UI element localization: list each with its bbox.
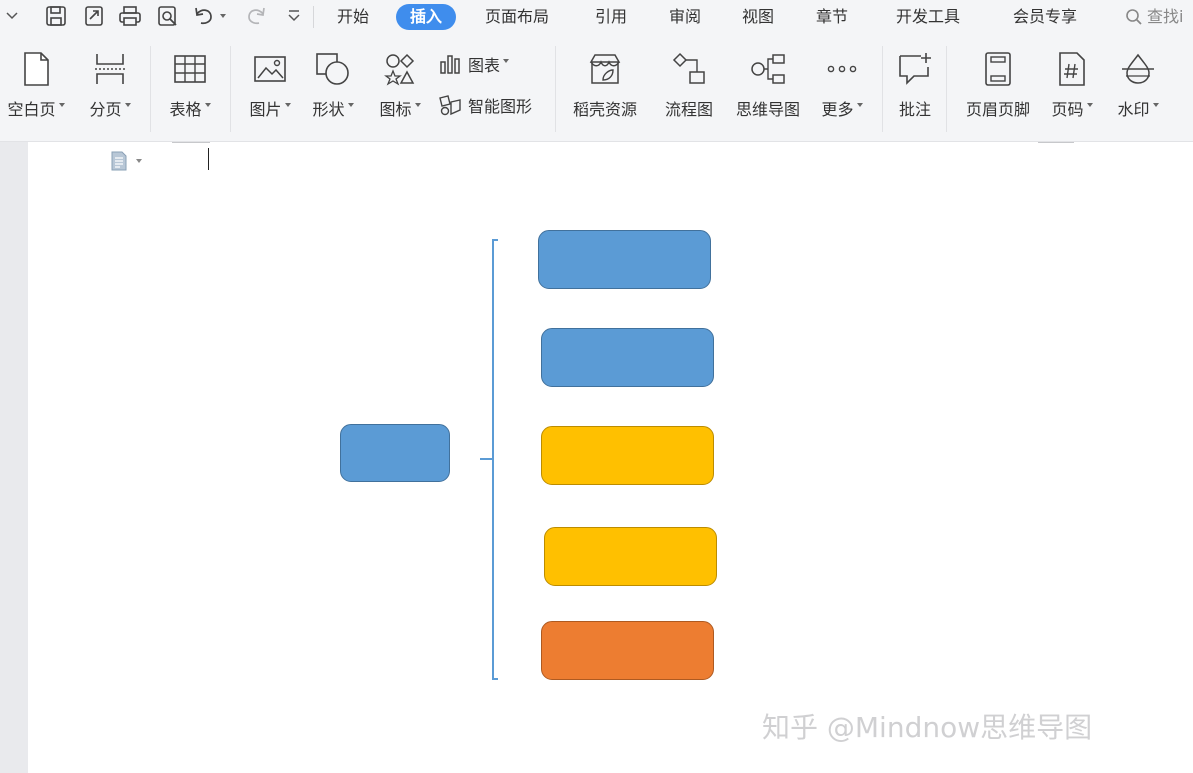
group-separator <box>150 46 151 132</box>
comment-button[interactable]: 批注 <box>893 50 937 124</box>
print-preview-icon[interactable] <box>156 4 180 28</box>
watermark-button[interactable]: 水印 <box>1112 50 1164 124</box>
caret-icon <box>856 103 863 107</box>
caret-icon <box>284 103 291 107</box>
caret-icon <box>1086 103 1093 107</box>
page-break-button[interactable]: 分页 <box>84 50 136 124</box>
chart-icon <box>438 52 462 76</box>
table-icon <box>171 50 209 88</box>
save-icon[interactable] <box>44 4 68 28</box>
header-footer-label: 页眉页脚 <box>965 100 1030 119</box>
caret-icon <box>124 103 131 107</box>
mind-map-branch-node[interactable] <box>544 527 717 586</box>
picture-button[interactable]: 图片 <box>244 50 296 124</box>
flowchart-label: 流程图 <box>664 100 713 119</box>
blank-page-button[interactable]: 空白页 <box>2 50 70 124</box>
caret-icon <box>58 103 65 107</box>
undo-icon[interactable] <box>192 4 216 28</box>
blank-page-icon <box>17 50 55 88</box>
docer-resources-label: 稻壳资源 <box>572 100 637 119</box>
watermark-icon <box>1119 50 1157 88</box>
tab-member-exclusive[interactable]: 会员专享 <box>1013 4 1077 30</box>
tab-start[interactable]: 开始 <box>337 4 369 30</box>
blank-page-label: 空白页 <box>7 100 56 119</box>
toolbar-separator <box>313 6 314 28</box>
shape-button[interactable]: 形状 <box>307 50 359 124</box>
header-footer-button[interactable]: 页眉页脚 <box>960 50 1036 124</box>
group-separator <box>230 46 231 132</box>
mind-map-root-node[interactable] <box>340 424 450 482</box>
page-number-label: 页码 <box>1051 100 1084 119</box>
comment-icon <box>896 50 934 88</box>
caret-icon <box>503 59 510 63</box>
smart-art-button[interactable]: 智能图形 <box>438 92 532 118</box>
chart-label: 图表 <box>468 56 501 75</box>
picture-icon <box>251 50 289 88</box>
comment-label: 批注 <box>898 100 931 119</box>
tab-view[interactable]: 视图 <box>742 4 774 30</box>
mind-map-branch-node[interactable] <box>538 230 711 289</box>
mind-map-label: 思维导图 <box>735 100 800 119</box>
shape-label: 形状 <box>312 100 345 119</box>
export-icon[interactable] <box>82 4 106 28</box>
tab-chapter[interactable]: 章节 <box>816 4 848 30</box>
mind-map-branch-node[interactable] <box>541 328 714 387</box>
group-separator <box>946 46 947 132</box>
document-workspace <box>0 142 1193 773</box>
group-separator <box>555 46 556 132</box>
print-icon[interactable] <box>118 4 142 28</box>
mind-map-icon <box>749 50 787 88</box>
smart-art-icon <box>438 93 462 117</box>
tab-developer-tools[interactable]: 开发工具 <box>896 4 960 30</box>
flowchart-button[interactable]: 流程图 <box>660 50 718 124</box>
customize-icon[interactable] <box>282 4 306 28</box>
mind-map-branch-node[interactable] <box>541 426 714 485</box>
icon-library-icon <box>381 50 419 88</box>
icons-label: 图标 <box>379 100 412 119</box>
caret-icon <box>204 103 211 107</box>
search-box[interactable]: 查找i <box>1125 4 1183 30</box>
page-number-button[interactable]: 页码 <box>1046 50 1098 124</box>
smart-art-label: 智能图形 <box>468 97 533 116</box>
search-label: 查找i <box>1147 7 1184 26</box>
search-icon <box>1126 9 1142 25</box>
tab-page-layout[interactable]: 页面布局 <box>485 4 549 30</box>
page-number-icon <box>1053 50 1091 88</box>
menu-bar: 开始 插入 页面布局 引用 审阅 视图 章节 开发工具 会员专享 查找i <box>0 0 1193 34</box>
more-button[interactable]: 更多 <box>816 50 868 124</box>
tab-references[interactable]: 引用 <box>595 4 627 30</box>
group-separator <box>882 46 883 132</box>
more-label: 更多 <box>821 100 854 119</box>
insert-ribbon: 空白页 分页 表格 图片 形状 图标 图表 智能图形 稻壳资源 流程图 思维导图… <box>0 34 1193 142</box>
undo-dropdown-icon[interactable] <box>216 4 230 28</box>
chevron-down-icon[interactable] <box>0 4 24 28</box>
caret-icon <box>347 103 354 107</box>
caret-icon <box>1152 103 1159 107</box>
more-icon <box>823 50 861 88</box>
caret-icon <box>414 103 421 107</box>
mind-map-branch-node[interactable] <box>541 621 714 680</box>
bracket-line <box>492 239 498 680</box>
table-label: 表格 <box>169 100 202 119</box>
tab-review[interactable]: 审阅 <box>669 4 701 30</box>
table-button[interactable]: 表格 <box>164 50 216 124</box>
docer-store-icon <box>586 50 624 88</box>
page-break-label: 分页 <box>89 100 122 119</box>
mind-map-button[interactable]: 思维导图 <box>731 50 805 124</box>
shape-icon <box>314 50 352 88</box>
flowchart-icon <box>670 50 708 88</box>
chart-button[interactable]: 图表 <box>438 51 510 77</box>
picture-label: 图片 <box>249 100 282 119</box>
watermark-label: 水印 <box>1117 100 1150 119</box>
docer-resources-button[interactable]: 稻壳资源 <box>566 50 644 124</box>
page-break-icon <box>91 50 129 88</box>
watermark-text: 知乎 @Mindnow思维导图 <box>762 711 1093 744</box>
icons-button[interactable]: 图标 <box>374 50 426 124</box>
redo-icon[interactable] <box>244 4 268 28</box>
header-footer-icon <box>979 50 1017 88</box>
tab-insert[interactable]: 插入 <box>396 4 457 30</box>
